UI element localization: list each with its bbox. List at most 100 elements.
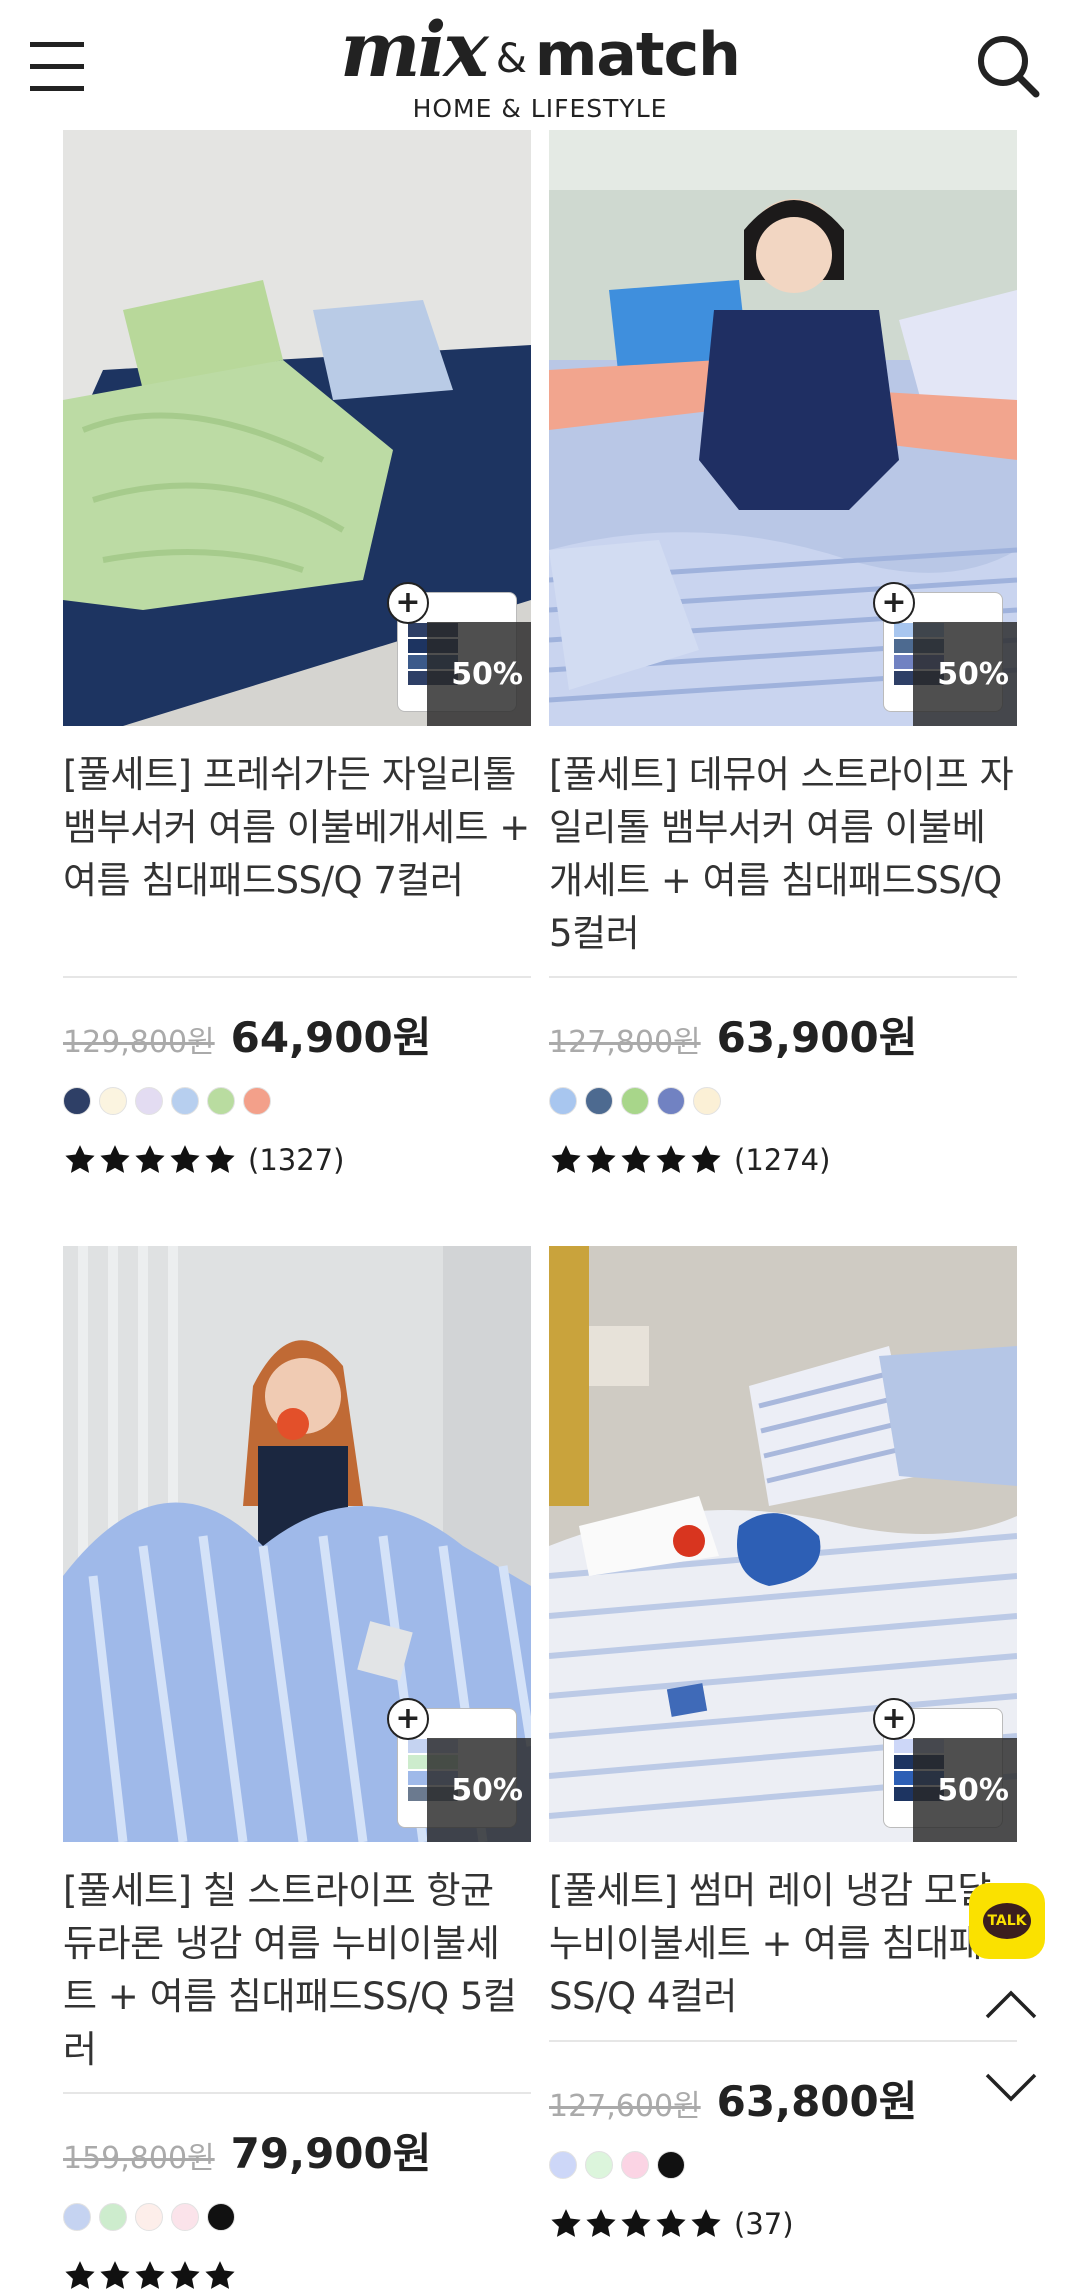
star-icon <box>551 2209 581 2237</box>
plus-icon[interactable]: + <box>873 1698 915 1740</box>
chevron-down-icon <box>985 2073 1037 2102</box>
product-card[interactable]: 50% + [풀세트] 데뮤어 스트라이프 자일리톨 뱀부서커 여름 이불베개세… <box>549 130 1017 1177</box>
search-button[interactable] <box>974 32 1042 100</box>
star-icon <box>586 1145 616 1173</box>
star-icon <box>551 1145 581 1173</box>
option-overlay[interactable]: 50% + <box>873 1698 1017 1842</box>
rating: (1274) <box>549 1143 1017 1177</box>
color-swatch[interactable] <box>63 1087 91 1115</box>
color-swatch[interactable] <box>621 2151 649 2179</box>
star-rating <box>549 1143 724 1177</box>
product-image[interactable]: 50% + <box>549 130 1017 726</box>
star-icon <box>621 2209 651 2237</box>
color-swatch[interactable] <box>135 2203 163 2231</box>
plus-icon[interactable]: + <box>387 582 429 624</box>
logo-amp-text: & <box>495 36 527 82</box>
color-swatch[interactable] <box>549 2151 577 2179</box>
color-swatch[interactable] <box>693 1087 721 1115</box>
color-swatch[interactable] <box>243 1087 271 1115</box>
hamburger-menu-icon <box>30 42 84 47</box>
color-swatch[interactable] <box>549 1087 577 1115</box>
original-price: 127,800원 <box>549 1025 701 1060</box>
discount-badge: 50% <box>913 1738 1017 1842</box>
color-swatch[interactable] <box>207 2203 235 2231</box>
product-title[interactable]: [풀세트] 데뮤어 스트라이프 자일리톨 뱀부서커 여름 이불베개세트 + 여름… <box>549 748 1017 960</box>
color-swatch[interactable] <box>171 1087 199 1115</box>
product-card[interactable]: 50% + [풀세트] 프레쉬가든 자일리톨 뱀부서커 여름 이불베개세트 + … <box>63 130 531 1177</box>
color-swatch[interactable] <box>621 1087 649 1115</box>
product-card[interactable]: 50% + [풀세트] 칠 스트라이프 항균 듀라론 냉감 여름 누비이불세트 … <box>63 1246 531 2293</box>
color-swatch[interactable] <box>99 1087 127 1115</box>
discount-badge: 50% <box>427 622 531 726</box>
star-icon <box>205 2261 235 2289</box>
review-count: (1327) <box>248 1143 345 1177</box>
product-title[interactable]: [풀세트] 프레쉬가든 자일리톨 뱀부서커 여름 이불베개세트 + 여름 침대패… <box>63 748 531 960</box>
star-icon <box>656 1145 686 1173</box>
star-icon <box>100 1145 130 1173</box>
product-image[interactable]: 50% + <box>63 130 531 726</box>
plus-icon[interactable]: + <box>387 1698 429 1740</box>
star-rating <box>63 2259 238 2293</box>
scroll-down-button[interactable] <box>985 2072 1037 2102</box>
divider <box>63 976 531 978</box>
color-swatch[interactable] <box>657 2151 685 2179</box>
sale-price: 79,900원 <box>230 2129 432 2178</box>
product-title[interactable]: [풀세트] 칠 스트라이프 항균 듀라론 냉감 여름 누비이불세트 + 여름 침… <box>63 1864 531 2076</box>
option-overlay[interactable]: 50% + <box>387 1698 531 1842</box>
star-icon <box>621 1145 651 1173</box>
color-swatches <box>63 2203 531 2233</box>
star-icon <box>586 2209 616 2237</box>
logo-mix-text: mix <box>340 5 489 94</box>
color-swatch[interactable] <box>135 1087 163 1115</box>
color-swatch[interactable] <box>585 2151 613 2179</box>
star-icon <box>691 1145 721 1173</box>
color-swatch[interactable] <box>99 2203 127 2231</box>
discount-badge: 50% <box>427 1738 531 1842</box>
product-image[interactable]: 50% + <box>549 1246 1017 1842</box>
search-icon <box>978 36 1040 98</box>
option-overlay[interactable]: 50% + <box>873 582 1017 726</box>
plus-icon[interactable]: + <box>873 582 915 624</box>
product-image[interactable]: 50% + <box>63 1246 531 1842</box>
chevron-up-icon <box>985 1990 1037 2019</box>
review-count: (37) <box>734 2207 794 2241</box>
star-icon <box>205 1145 235 1173</box>
star-rating <box>549 2207 724 2241</box>
star-icon <box>656 2209 686 2237</box>
color-swatches <box>549 1087 1017 1117</box>
logo-subtitle: HOME & LIFESTYLE <box>412 94 668 123</box>
price-row: 129,800원 64,900원 <box>63 1004 531 1065</box>
star-icon <box>170 2261 200 2289</box>
sale-price: 63,900원 <box>716 1013 918 1062</box>
sale-price: 63,800원 <box>716 2077 918 2126</box>
menu-button[interactable] <box>30 40 84 94</box>
rating: (1327) <box>63 1143 531 1177</box>
kakao-talk-button[interactable]: TALK <box>969 1883 1045 1959</box>
color-swatch[interactable] <box>657 1087 685 1115</box>
logo[interactable]: mix & match HOME & LIFESTYLE <box>330 10 750 125</box>
star-rating <box>63 1143 238 1177</box>
star-icon <box>100 2261 130 2289</box>
divider <box>549 2040 1017 2042</box>
divider <box>63 2092 531 2094</box>
color-swatches <box>549 2151 1017 2181</box>
kakao-talk-icon: TALK <box>983 1903 1031 1939</box>
color-swatch[interactable] <box>171 2203 199 2231</box>
price-row: 127,800원 63,900원 <box>549 1004 1017 1065</box>
product-title[interactable]: [풀세트] 썸머 레이 냉감 모달 누비이불세트 + 여름 침대패드SS/Q 4… <box>549 1864 1017 2024</box>
star-icon <box>135 1145 165 1173</box>
star-icon <box>135 2261 165 2289</box>
product-card[interactable]: 50% + [풀세트] 썸머 레이 냉감 모달 누비이불세트 + 여름 침대패드… <box>549 1246 1017 2241</box>
star-icon <box>65 1145 95 1173</box>
scroll-up-button[interactable] <box>985 1990 1037 2020</box>
color-swatch[interactable] <box>585 1087 613 1115</box>
color-swatch[interactable] <box>63 2203 91 2231</box>
header: mix & match HOME & LIFESTYLE <box>0 0 1080 128</box>
original-price: 127,600원 <box>549 2089 701 2124</box>
color-swatch[interactable] <box>207 1087 235 1115</box>
color-swatches <box>63 1087 531 1117</box>
price-row: 159,800원 79,900원 <box>63 2120 531 2181</box>
option-overlay[interactable]: 50% + <box>387 582 531 726</box>
star-icon <box>170 1145 200 1173</box>
original-price: 129,800원 <box>63 1025 215 1060</box>
